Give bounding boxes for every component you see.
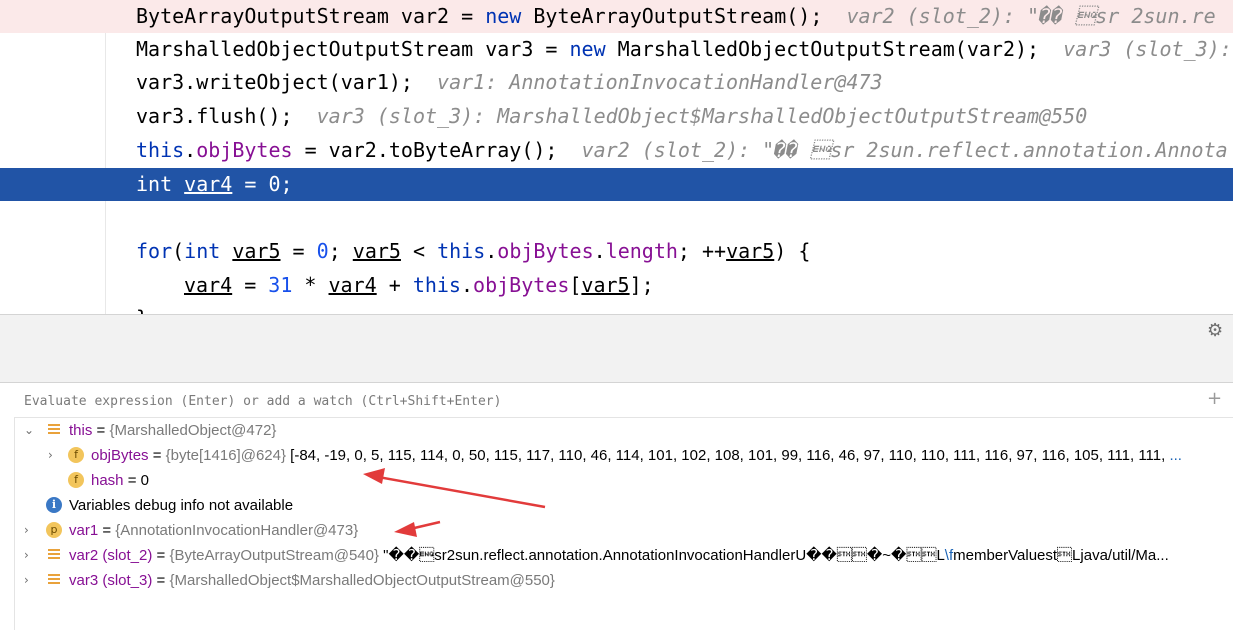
code-text: for(int var5 = 0; var5 < this.objBytes.l… (136, 239, 811, 263)
inline-value-hint: var2 (slot_2): "�� sr 2sun.reflect.anno… (581, 138, 1228, 162)
code-text: ByteArrayOutputStream var2 = new ByteArr… (136, 4, 1216, 28)
code-line[interactable]: MarshalledObjectOutputStream var3 = new … (0, 33, 1233, 66)
stack-icon (48, 574, 60, 586)
view-more-link[interactable]: ... (1165, 447, 1182, 464)
chevron-down-icon[interactable]: ⌄ (24, 418, 36, 443)
variable-type: {MarshalledObject@472} (109, 422, 277, 439)
variable-type: {ByteArrayOutputStream@540} (169, 547, 379, 564)
equals: = (123, 472, 141, 489)
parameter-icon: p (46, 522, 62, 538)
code-text: var4 = 31 * var4 + this.objBytes[var5]; (184, 273, 654, 297)
inline-value-hint: var2 (slot_2): "�� sr 2sun.re (846, 4, 1216, 28)
code-text: var3.flush(); var3 (slot_3): MarshalledO… (136, 104, 1088, 128)
variable-row-this[interactable]: ⌄ this = {MarshalledObject@472} (14, 418, 1233, 443)
debug-info-message: i Variables debug info not available (14, 493, 1233, 518)
variable-name: objBytes (91, 447, 149, 464)
variable-value: [-84, -19, 0, 5, 115, 114, 0, 50, 115, 1… (286, 447, 1166, 464)
chevron-right-icon[interactable]: › (48, 443, 60, 468)
inline-value-hint: var1: AnnotationInvocationHandler@473 (437, 70, 883, 94)
variable-name: var2 (slot_2) (69, 547, 153, 564)
variable-name: var1 (69, 522, 99, 539)
inline-value-hint: var3 (slot_3): MarshalledObject$Marshall… (316, 104, 1088, 128)
variable-value: 0 (140, 472, 149, 489)
variable-row-var3[interactable]: › var3 (slot_3) = {MarshalledObject$Mars… (14, 568, 1233, 593)
code-text: this.objBytes = var2.toByteArray(); var2… (136, 138, 1228, 162)
equals: = (152, 547, 170, 564)
current-execution-line[interactable]: int var4 = 0; (0, 168, 1233, 201)
variable-name: this (69, 422, 93, 439)
variable-row-hash[interactable]: f hash = 0 (14, 468, 1233, 493)
code-line[interactable]: var3.writeObject(var1); var1: Annotation… (0, 66, 1233, 99)
code-line[interactable]: for(int var5 = 0; var5 < this.objBytes.l… (0, 235, 1233, 268)
code-line[interactable]: var3.flush(); var3 (slot_3): MarshalledO… (0, 100, 1233, 133)
inline-value-hint: var3 (slot_3): (1063, 37, 1232, 61)
variable-name: hash (91, 472, 124, 489)
code-line[interactable]: var4 = 31 * var4 + this.objBytes[var5]; (0, 269, 1233, 302)
frames-divider (0, 383, 15, 630)
equals: = (152, 572, 170, 589)
info-text: Variables debug info not available (69, 497, 294, 514)
code-line-partial: } (0, 302, 1233, 314)
variable-type: {AnnotationInvocationHandler@473} (115, 522, 359, 539)
field-icon: f (68, 472, 84, 488)
debug-toolbar-strip (0, 349, 1233, 383)
variables-tree: ⌄ this = {MarshalledObject@472} › f objB… (14, 418, 1233, 630)
variable-value: "��sr2sun.reflect.annotation.Annotation… (379, 547, 945, 564)
evaluate-expression-bar[interactable]: + (14, 383, 1233, 418)
equals: = (148, 447, 166, 464)
variable-row-var2[interactable]: › var2 (slot_2) = {ByteArrayOutputStream… (14, 543, 1233, 568)
info-icon: i (46, 497, 62, 513)
evaluate-expression-input[interactable] (22, 389, 1176, 413)
debug-panel-header: ⚙ (0, 314, 1233, 350)
add-watch-icon[interactable]: + (1207, 390, 1223, 408)
variable-row-objbytes[interactable]: › f objBytes = {byte[1416]@624} [-84, -1… (14, 443, 1233, 468)
code-line[interactable]: this.objBytes = var2.toByteArray(); var2… (0, 134, 1233, 167)
code-line[interactable]: ByteArrayOutputStream var2 = new ByteArr… (0, 0, 1233, 33)
variable-value-tail: memberValuestLjava/util/Ma... (953, 547, 1169, 564)
equals: = (98, 522, 116, 539)
variable-type: {MarshalledObject$MarshalledObjectOutput… (169, 572, 555, 589)
chevron-right-icon[interactable]: › (24, 518, 36, 543)
code-text: int var4 = 0; (136, 172, 293, 196)
gear-icon[interactable]: ⚙ (1207, 322, 1225, 340)
chevron-right-icon[interactable]: › (24, 543, 36, 568)
chevron-right-icon[interactable]: › (24, 568, 36, 593)
field-icon: f (68, 447, 84, 463)
variable-name: var3 (slot_3) (69, 572, 153, 589)
code-text: MarshalledObjectOutputStream var3 = new … (136, 37, 1232, 61)
escape-sequence: \f (944, 547, 954, 564)
equals: = (92, 422, 110, 439)
stack-icon (48, 424, 60, 436)
variable-type: {byte[1416]@624} (165, 447, 286, 464)
stack-icon (48, 549, 60, 561)
code-editor[interactable]: ByteArrayOutputStream var2 = new ByteArr… (0, 0, 1233, 314)
variable-row-var1[interactable]: › p var1 = {AnnotationInvocationHandler@… (14, 518, 1233, 543)
code-text: var3.writeObject(var1); var1: Annotation… (136, 70, 883, 94)
